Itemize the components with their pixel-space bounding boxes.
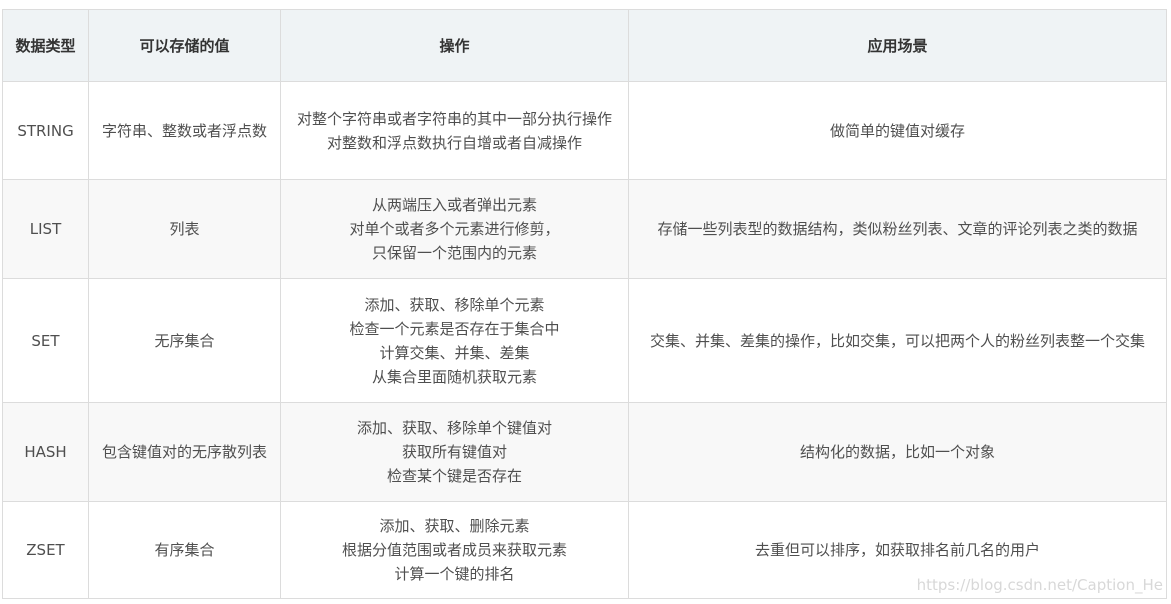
op-line: 根据分值范围或者成员来获取元素 bbox=[341, 541, 567, 559]
table-row: SET 无序集合 添加、获取、移除单个元素 检查一个元素是否存在于集合中 计算交… bbox=[2, 278, 1167, 403]
header-data-type: 数据类型 bbox=[2, 9, 89, 82]
op-line: 计算一个键的排名 bbox=[394, 565, 515, 583]
table-row: HASH 包含键值对的无序散列表 添加、获取、移除单个键值对 获取所有键值对 检… bbox=[2, 402, 1167, 502]
cell-type: STRING bbox=[2, 81, 89, 180]
watermark: https://blog.csdn.net/Caption_He bbox=[916, 576, 1163, 594]
cell-ops: 从两端压入或者弹出元素 对单个或者多个元素进行修剪， 只保留一个范围内的元素 bbox=[280, 179, 629, 279]
cell-ops: 添加、获取、删除元素 根据分值范围或者成员来获取元素 计算一个键的排名 bbox=[280, 501, 629, 599]
op-line: 添加、获取、删除元素 bbox=[379, 517, 530, 535]
op-line: 对单个或者多个元素进行修剪， bbox=[349, 220, 560, 238]
cell-value: 列表 bbox=[88, 179, 281, 279]
cell-value: 包含键值对的无序散列表 bbox=[88, 402, 281, 502]
cell-type: SET bbox=[2, 278, 89, 403]
op-line: 获取所有键值对 bbox=[401, 443, 507, 461]
cell-type: LIST bbox=[2, 179, 89, 279]
op-line: 对整数和浮点数执行自增或者自减操作 bbox=[326, 133, 582, 152]
op-line: 检查一个元素是否存在于集合中 bbox=[349, 319, 560, 338]
op-line: 检查某个键是否存在 bbox=[386, 467, 522, 485]
op-line: 从集合里面随机获取元素 bbox=[371, 367, 537, 386]
cell-scene: 结构化的数据，比如一个对象 bbox=[628, 402, 1167, 502]
cell-value: 字符串、整数或者浮点数 bbox=[88, 81, 281, 180]
op-line: 添加、获取、移除单个键值对 bbox=[356, 419, 552, 437]
cell-ops: 对整个字符串或者字符串的其中一部分执行操作 对整数和浮点数执行自增或者自减操作 bbox=[280, 81, 629, 180]
cell-type: ZSET bbox=[2, 501, 89, 599]
op-line: 从两端压入或者弹出元素 bbox=[371, 196, 537, 214]
cell-ops: 添加、获取、移除单个元素 检查一个元素是否存在于集合中 计算交集、并集、差集 从… bbox=[280, 278, 629, 403]
cell-scene: 存储一些列表型的数据结构，类似粉丝列表、文章的评论列表之类的数据 bbox=[628, 179, 1167, 279]
cell-scene: 做简单的键值对缓存 bbox=[628, 81, 1167, 180]
op-line: 对整个字符串或者字符串的其中一部分执行操作 bbox=[296, 109, 612, 128]
op-line: 计算交集、并集、差集 bbox=[379, 343, 530, 362]
op-line: 添加、获取、移除单个元素 bbox=[364, 295, 545, 314]
cell-ops: 添加、获取、移除单个键值对 获取所有键值对 检查某个键是否存在 bbox=[280, 402, 629, 502]
table-row: STRING 字符串、整数或者浮点数 对整个字符串或者字符串的其中一部分执行操作… bbox=[2, 81, 1167, 180]
cell-scene: 交集、并集、差集的操作，比如交集，可以把两个人的粉丝列表整一个交集 bbox=[628, 278, 1167, 403]
cell-type: HASH bbox=[2, 402, 89, 502]
op-line: 只保留一个范围内的元素 bbox=[371, 244, 537, 262]
header-storable-value: 可以存储的值 bbox=[88, 9, 281, 82]
header-operations: 操作 bbox=[280, 9, 629, 82]
header-use-case: 应用场景 bbox=[628, 9, 1167, 82]
cell-value: 无序集合 bbox=[88, 278, 281, 403]
redis-data-types-table: 数据类型 可以存储的值 操作 应用场景 STRING 字符串、整数或者浮点数 对… bbox=[2, 9, 1167, 599]
table-row: LIST 列表 从两端压入或者弹出元素 对单个或者多个元素进行修剪， 只保留一个… bbox=[2, 179, 1167, 279]
cell-value: 有序集合 bbox=[88, 501, 281, 599]
page: 数据类型 可以存储的值 操作 应用场景 STRING 字符串、整数或者浮点数 对… bbox=[0, 0, 1171, 604]
header-row: 数据类型 可以存储的值 操作 应用场景 bbox=[2, 9, 1167, 82]
